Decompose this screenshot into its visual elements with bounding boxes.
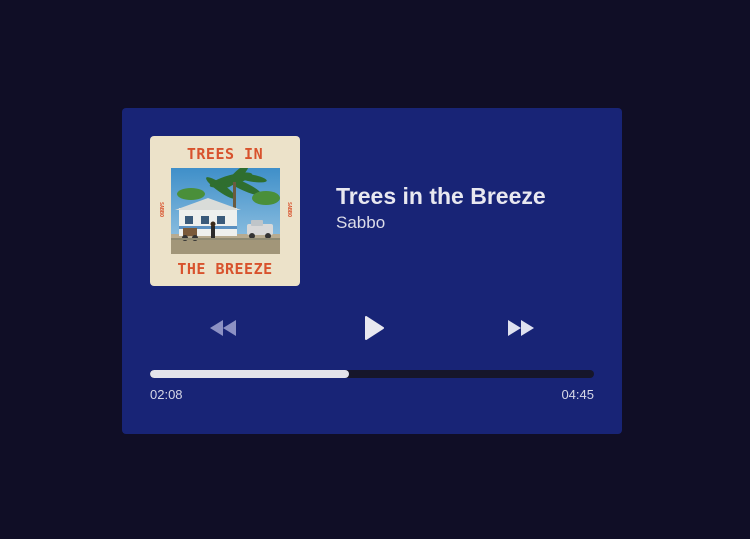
progress-fill — [150, 370, 350, 378]
cover-title-top: TREES IN — [186, 145, 264, 163]
progress-bar[interactable] — [150, 370, 594, 378]
play-button[interactable] — [360, 314, 388, 342]
music-player-card: TREES IN SABBO SABBO THE BREEZE Trees in… — [122, 108, 622, 434]
track-artist: Sabbo — [336, 213, 386, 232]
cover-photo — [171, 168, 280, 254]
track-title: Trees in the Breeze — [336, 183, 546, 209]
cover-side-text-left: SABBO — [158, 202, 164, 218]
total-time: 04:45 — [561, 387, 594, 402]
rewind-icon — [210, 320, 236, 336]
rewind-button[interactable] — [207, 314, 239, 342]
cover-title-bottom: THE BREEZE — [177, 260, 273, 278]
cover-side-text-right: SABBO — [286, 202, 292, 218]
fast-forward-button[interactable] — [505, 314, 537, 342]
current-time: 02:08 — [150, 387, 183, 402]
play-icon — [365, 316, 384, 340]
track-info: Trees in the Breeze Sabbo — [336, 182, 612, 233]
album-cover: TREES IN SABBO SABBO THE BREEZE — [150, 136, 300, 286]
fast-forward-icon — [508, 320, 534, 336]
